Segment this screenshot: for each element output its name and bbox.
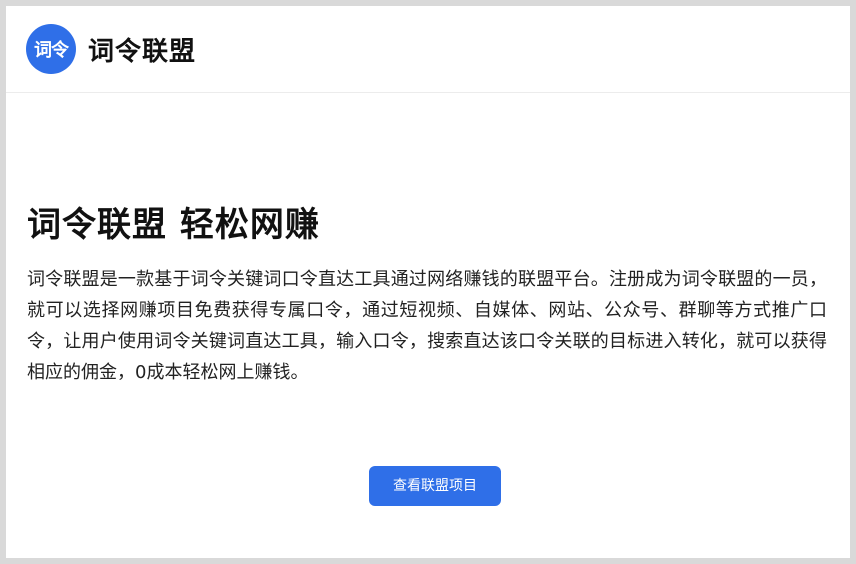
view-alliance-projects-button[interactable]: 查看联盟项目 (369, 466, 501, 506)
page-window: 词令 词令联盟 词令联盟 轻松网赚 词令联盟是一款基于词令关键词口令直达工具通过… (6, 6, 850, 558)
hero-description: 词令联盟是一款基于词令关键词口令直达工具通过网络赚钱的联盟平台。注册成为词令联盟… (27, 269, 827, 383)
logo-badge[interactable]: 词令 (26, 24, 76, 74)
hero-title: 词令联盟 轻松网赚 (27, 205, 320, 245)
hero-section: 词令联盟 轻松网赚 词令联盟是一款基于词令关键词口令直达工具通过网络赚钱的联盟平… (27, 203, 827, 388)
brand-name[interactable]: 词令联盟 (88, 31, 196, 68)
site-header: 词令 词令联盟 (6, 6, 850, 93)
